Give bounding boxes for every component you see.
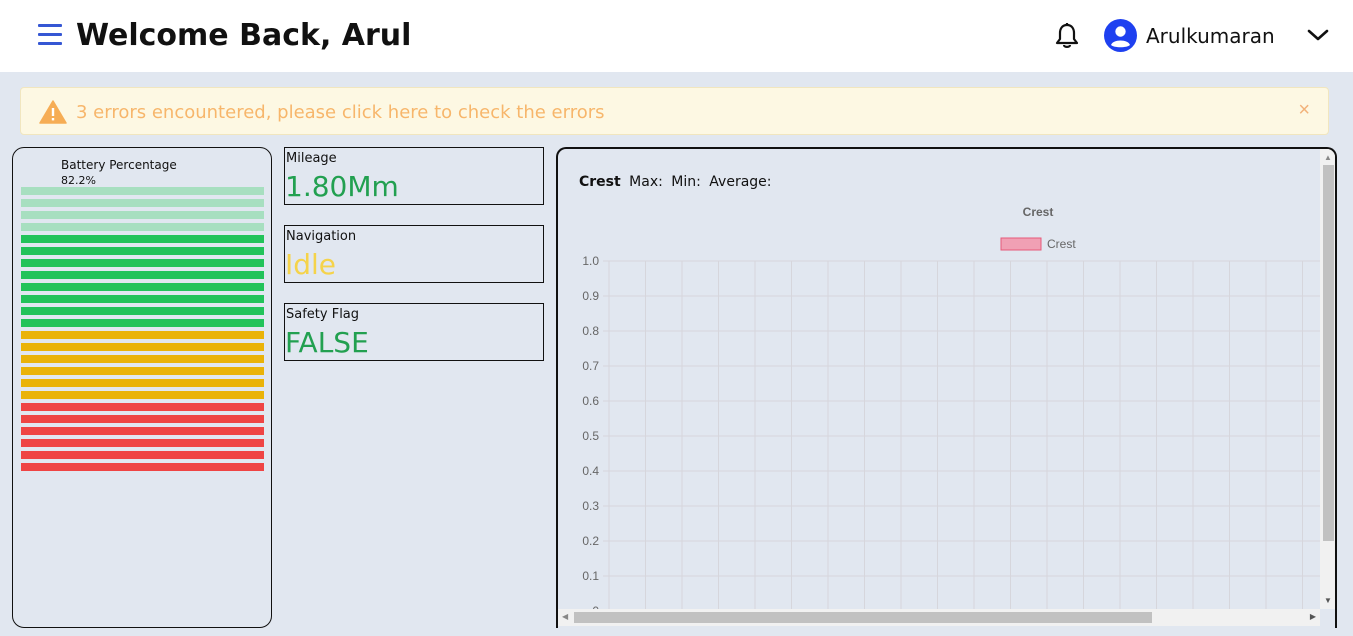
min-label: Min: (671, 174, 701, 190)
safety-flag-value: FALSE (285, 326, 369, 359)
battery-segment (21, 379, 264, 387)
battery-label: Battery Percentage (61, 158, 177, 172)
battery-segment (21, 451, 264, 459)
y-tick-label: 0.4 (582, 464, 599, 478)
vertical-scrollbar[interactable]: ▲ ▼ (1320, 149, 1335, 609)
battery-segment (21, 295, 264, 303)
battery-level-bars (21, 187, 264, 475)
battery-segment (21, 247, 264, 255)
battery-segment (21, 391, 264, 399)
legend-swatch (1000, 237, 1042, 251)
scroll-up-arrow-icon[interactable]: ▲ (1324, 153, 1332, 162)
battery-segment (21, 367, 264, 375)
battery-segment (21, 235, 264, 243)
close-icon[interactable]: × (1298, 99, 1310, 122)
battery-segment (21, 463, 264, 471)
legend-label: Crest (1047, 237, 1076, 251)
battery-segment (21, 307, 264, 315)
top-header: Welcome Back, Arul Arulkumaran (0, 0, 1353, 72)
navigation-card: Navigation Idle (284, 225, 544, 283)
safety-flag-label: Safety Flag (286, 307, 360, 322)
y-tick-label: 0.8 (582, 324, 599, 338)
navigation-value: Idle (285, 248, 337, 281)
y-tick-label: 0.2 (582, 534, 599, 548)
y-tick-label: 0.7 (582, 359, 599, 373)
chart-title: Crest (1023, 205, 1054, 219)
hamburger-menu-icon[interactable] (38, 24, 62, 46)
battery-segment (21, 343, 264, 351)
user-name[interactable]: Arulkumaran (1146, 24, 1275, 48)
battery-segment (21, 223, 264, 231)
y-tick-label: 0.5 (582, 429, 599, 443)
chevron-down-icon[interactable] (1306, 26, 1330, 44)
mileage-label: Mileage (286, 151, 337, 166)
battery-segment (21, 403, 264, 411)
battery-card: Battery Percentage 82.2% (12, 147, 272, 628)
battery-segment (21, 259, 264, 267)
page-title: Welcome Back, Arul (76, 18, 412, 53)
scroll-down-arrow-icon[interactable]: ▼ (1324, 596, 1332, 605)
max-label: Max: (629, 174, 663, 190)
battery-segment (21, 355, 264, 363)
y-tick-label: 0.6 (582, 394, 599, 408)
y-tick-label: 0.1 (582, 569, 599, 583)
safety-flag-card: Safety Flag FALSE (284, 303, 544, 361)
horizontal-scrollbar[interactable]: ◀ ▶ (558, 609, 1320, 626)
crest-chart: Crest Crest 1.0 0.9 0.8 0.7 0.6 0.5 0.4 0.3 0.2 0.1… (582, 205, 1320, 609)
bell-icon[interactable] (1054, 22, 1080, 50)
battery-segment (21, 427, 264, 435)
average-label: Average: (709, 174, 772, 190)
battery-segment (21, 283, 264, 291)
mileage-card: Mileage 1.80Mm (284, 147, 544, 205)
navigation-label: Navigation (286, 229, 357, 244)
scroll-left-arrow-icon[interactable]: ◀ (562, 612, 568, 621)
error-alert-banner[interactable]: 3 errors encountered, please click here … (20, 87, 1329, 135)
horizontal-scroll-thumb[interactable] (574, 612, 1152, 623)
vertical-scroll-thumb[interactable] (1323, 165, 1334, 541)
battery-value: 82.2% (61, 174, 96, 187)
warning-icon (39, 100, 67, 124)
y-tick-label: 0.3 (582, 499, 599, 513)
battery-segment (21, 187, 264, 195)
y-tick-label: 0.9 (582, 289, 599, 303)
mileage-value: 1.80Mm (285, 170, 399, 203)
chart-summary: Crest Max: Min: Average: (579, 174, 776, 190)
battery-segment (21, 319, 264, 327)
battery-segment (21, 271, 264, 279)
battery-segment (21, 415, 264, 423)
crest-chart-card: Crest Crest 1.0 0.9 0.8 0.7 0.6 0.5 0.4 0.3 0.2 0.1… (556, 147, 1337, 628)
battery-segment (21, 331, 264, 339)
alert-message-link[interactable]: 3 errors encountered, please click here … (76, 102, 605, 123)
scroll-right-arrow-icon[interactable]: ▶ (1310, 612, 1316, 621)
user-avatar-icon[interactable] (1104, 19, 1137, 52)
battery-segment (21, 439, 264, 447)
battery-segment (21, 199, 264, 207)
chart-series-name: Crest (579, 174, 621, 190)
battery-segment (21, 211, 264, 219)
y-tick-label: 1.0 (582, 254, 599, 268)
